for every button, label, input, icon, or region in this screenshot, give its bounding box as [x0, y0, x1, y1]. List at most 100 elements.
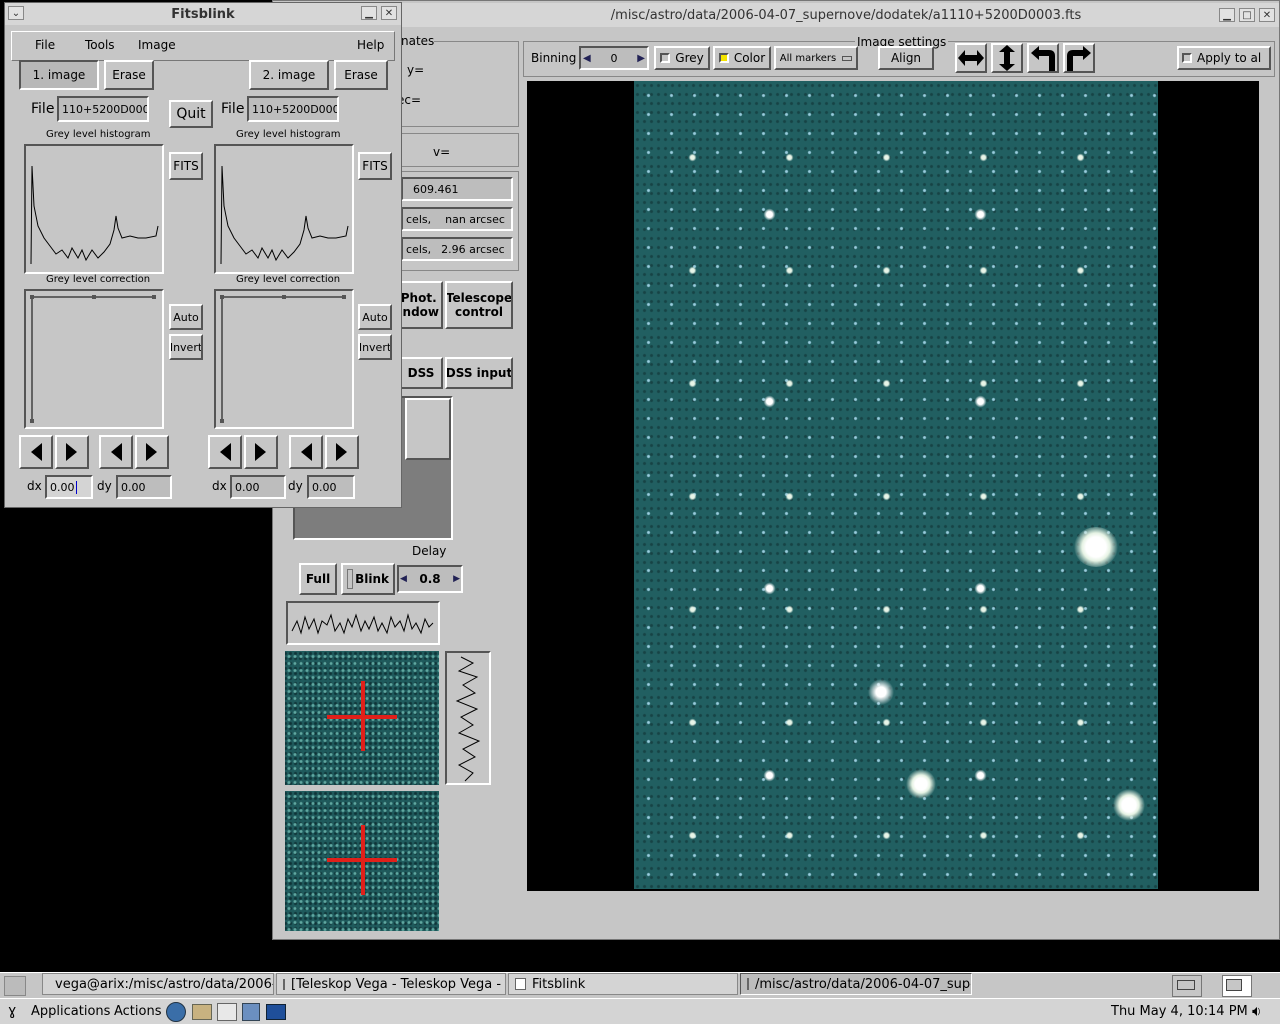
- zoom-image-1[interactable]: [285, 651, 439, 785]
- star-field-image[interactable]: [634, 81, 1158, 889]
- telescope-control-button[interactable]: Telescope control: [445, 281, 513, 329]
- arcsec-right: 2.96 arcsec: [441, 242, 505, 256]
- markers-dropdown[interactable]: All markers: [774, 46, 858, 70]
- task-fits-viewer[interactable]: /misc/astro/data/2006-04-07_supern: [740, 973, 972, 995]
- blink-button[interactable]: Blink: [341, 563, 395, 595]
- value-text: 609.461: [413, 182, 459, 196]
- mail-launcher-icon[interactable]: [192, 1004, 212, 1020]
- image1-button[interactable]: 1. image: [19, 60, 99, 90]
- actions-menu[interactable]: Actions: [114, 1004, 162, 1019]
- menu-help[interactable]: Help: [357, 38, 384, 52]
- shift-right-1b[interactable]: [135, 435, 169, 469]
- erase1-button[interactable]: Erase: [104, 60, 154, 90]
- fits2-button[interactable]: FITS: [358, 152, 392, 180]
- auto2-button[interactable]: Auto: [358, 304, 392, 330]
- dx2-input[interactable]: 0.00: [230, 475, 286, 499]
- fitsblink-titlebar[interactable]: Fitsblink: [5, 3, 401, 25]
- full-button[interactable]: Full: [299, 563, 337, 595]
- arrow-right-icon: [255, 443, 266, 461]
- arcsec-left: cels,: [406, 242, 432, 256]
- editor-launcher-icon[interactable]: [217, 1003, 237, 1021]
- invert1-button[interactable]: Invert: [169, 334, 203, 360]
- dy1-input[interactable]: 0.00: [116, 475, 172, 499]
- task-terminal[interactable]: vega@arix:/misc/astro/data/2006-04: [42, 973, 274, 995]
- fits1-button[interactable]: FITS: [169, 152, 203, 180]
- erase2-button[interactable]: Erase: [334, 60, 388, 90]
- workspace-2[interactable]: [1222, 975, 1252, 997]
- menu-file[interactable]: File: [35, 38, 55, 52]
- erase2-label: Erase: [344, 68, 378, 82]
- screenshot-launcher-icon[interactable]: [266, 1004, 286, 1020]
- flip-horizontal-icon[interactable]: [955, 43, 987, 73]
- minimize-icon[interactable]: ▁: [361, 6, 377, 20]
- quit-button[interactable]: Quit: [169, 100, 213, 128]
- shift-right-2a[interactable]: [244, 435, 278, 469]
- delay-spinner[interactable]: ◀ 0.8 ▶: [397, 565, 463, 593]
- show-desktop-icon[interactable]: [4, 976, 26, 996]
- zoom-image-2[interactable]: [285, 791, 439, 931]
- invert2-button[interactable]: Invert: [358, 334, 392, 360]
- shift-left-1a[interactable]: [19, 435, 53, 469]
- task-fitsblink[interactable]: Fitsblink: [508, 973, 738, 995]
- applications-menu[interactable]: Applications: [31, 1004, 110, 1019]
- workspace-1[interactable]: [1172, 975, 1202, 997]
- dss-button[interactable]: DSS: [399, 357, 443, 389]
- binning-spinner[interactable]: ◀ 0 ▶: [579, 46, 649, 70]
- phot-window-button[interactable]: Phot. indow: [399, 281, 443, 329]
- apply-checkbox-icon: [1182, 53, 1192, 63]
- dss-input-button[interactable]: DSS input: [445, 357, 513, 389]
- shift-right-2b[interactable]: [325, 435, 359, 469]
- arrow-left-icon: [111, 443, 122, 461]
- foot-icon[interactable]: ɣ: [8, 1003, 16, 1019]
- maximize-icon[interactable]: □: [1239, 8, 1255, 22]
- shift-left-1b[interactable]: [99, 435, 133, 469]
- rotate-right-icon[interactable]: [1063, 43, 1095, 73]
- dx1-input[interactable]: 0.00: [45, 475, 93, 499]
- menu-tools[interactable]: Tools: [85, 38, 115, 52]
- text-cursor: [75, 480, 77, 494]
- shift-left-2b[interactable]: [289, 435, 323, 469]
- blink-label: Blink: [355, 572, 389, 586]
- close-icon[interactable]: ✕: [381, 6, 397, 20]
- flip-vertical-icon[interactable]: [991, 43, 1023, 73]
- clock[interactable]: Thu May 4, 10:14 PM: [1111, 1004, 1248, 1019]
- crosshair-vertical: [361, 681, 365, 751]
- dx1-value: 0.00: [50, 480, 75, 494]
- rotate-left-icon[interactable]: [1027, 43, 1059, 73]
- image2-button[interactable]: 2. image: [249, 60, 329, 90]
- image-canvas[interactable]: [527, 81, 1259, 891]
- delay-decrement-icon[interactable]: ◀: [400, 574, 407, 584]
- file2-input[interactable]: 110+5200D0003.f: [247, 96, 339, 122]
- dy2-value: 0.00: [312, 480, 337, 494]
- phot-label: Phot. indow: [399, 291, 439, 319]
- file1-input[interactable]: 110+5200D0003.f: [57, 96, 149, 122]
- shift-right-1a[interactable]: [55, 435, 89, 469]
- auto1-button[interactable]: Auto: [169, 304, 203, 330]
- grey-toggle[interactable]: Grey: [654, 46, 710, 70]
- quit-label: Quit: [176, 106, 206, 122]
- task-teleskop[interactable]: [Teleskop Vega - Teleskop Vega - K: [276, 973, 506, 995]
- dy2-input[interactable]: 0.00: [307, 475, 355, 499]
- image1-label: 1. image: [32, 68, 86, 82]
- volume-icon[interactable]: 🔉︎: [1252, 1002, 1261, 1020]
- task-terminal-label: vega@arix:/misc/astro/data/2006-04: [55, 976, 274, 992]
- minimize-icon[interactable]: ▁: [1219, 8, 1235, 22]
- menu-image[interactable]: Image: [138, 38, 176, 52]
- delay-slider-handle[interactable]: [405, 398, 451, 460]
- shift-left-2a[interactable]: [208, 435, 242, 469]
- window-menu-icon[interactable]: ⌄: [8, 6, 24, 20]
- apply-to-all-toggle[interactable]: Apply to al: [1177, 46, 1271, 70]
- main-window-titlebar[interactable]: /misc/astro/data/2006-04-07_supernove/do…: [273, 3, 1279, 27]
- arrow-right-icon: [146, 443, 157, 461]
- presentation-launcher-icon[interactable]: [242, 1003, 260, 1021]
- color-toggle[interactable]: Color: [713, 46, 771, 70]
- align-button[interactable]: Align: [878, 46, 934, 70]
- binning-increment-icon[interactable]: ▶: [637, 53, 645, 64]
- correction-curve-2[interactable]: [214, 289, 354, 429]
- delay-increment-icon[interactable]: ▶: [453, 574, 460, 584]
- correction-curve-1[interactable]: [24, 289, 164, 429]
- browser-launcher-icon[interactable]: [166, 1002, 186, 1022]
- crosshair-vertical: [361, 825, 365, 895]
- close-icon[interactable]: ✕: [1259, 8, 1275, 22]
- binning-decrement-icon[interactable]: ◀: [583, 53, 591, 64]
